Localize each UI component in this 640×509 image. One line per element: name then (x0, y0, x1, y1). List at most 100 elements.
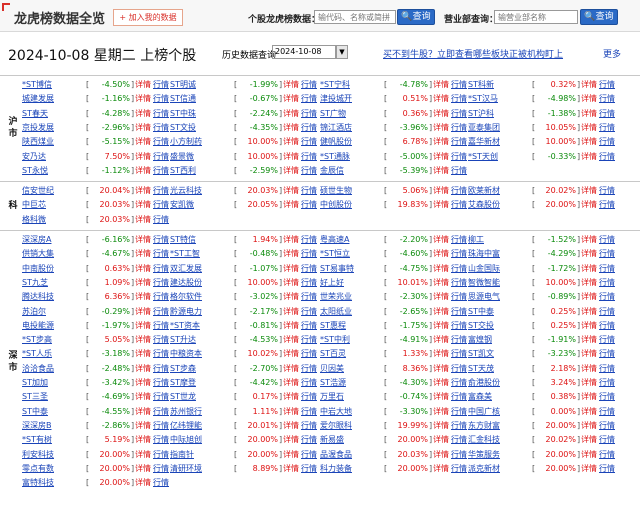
detail-link[interactable]: 详情 (433, 164, 449, 178)
stock-name-link[interactable]: 山金国际 (468, 262, 528, 276)
quote-link[interactable]: 行情 (153, 276, 169, 290)
quote-link[interactable]: 行情 (451, 319, 467, 333)
quote-link[interactable]: 行情 (301, 376, 317, 390)
quote-link[interactable]: 行情 (301, 319, 317, 333)
detail-link[interactable]: 详情 (135, 213, 151, 227)
quote-link[interactable]: 行情 (301, 107, 317, 121)
detail-link[interactable]: 详情 (135, 347, 151, 361)
quote-link[interactable]: 行情 (451, 150, 467, 164)
quote-link[interactable]: 行情 (451, 333, 467, 347)
stock-name-link[interactable]: ST明诚 (170, 78, 230, 92)
quote-link[interactable]: 行情 (451, 390, 467, 404)
quote-link[interactable]: 行情 (599, 305, 615, 319)
quote-link[interactable]: 行情 (599, 462, 615, 476)
quote-link[interactable]: 行情 (301, 184, 317, 198)
stock-name-link[interactable]: 华策服务 (468, 448, 528, 462)
quote-link[interactable]: 行情 (451, 164, 467, 178)
stock-name-link[interactable]: 双汇发展 (170, 262, 230, 276)
quote-link[interactable]: 行情 (451, 247, 467, 261)
stock-name-link[interactable]: 俞港股份 (468, 376, 528, 390)
stock-name-link[interactable]: ST升达 (170, 333, 230, 347)
quote-link[interactable]: 行情 (153, 198, 169, 212)
stock-name-link[interactable]: ST特信 (170, 233, 230, 247)
stock-name-link[interactable]: *ST工智 (170, 247, 230, 261)
stock-name-link[interactable]: *ST天创 (468, 150, 528, 164)
stock-name-link[interactable]: 艾森股份 (468, 198, 528, 212)
quote-link[interactable]: 行情 (599, 276, 615, 290)
stock-name-link[interactable]: 金辰信 (320, 164, 380, 178)
detail-link[interactable]: 详情 (283, 164, 299, 178)
detail-link[interactable]: 详情 (135, 184, 151, 198)
quote-link[interactable]: 行情 (451, 78, 467, 92)
detail-link[interactable]: 详情 (433, 333, 449, 347)
stock-name-link[interactable]: 粤高速A (320, 233, 380, 247)
stock-name-link[interactable]: 小方制药 (170, 135, 230, 149)
more-link[interactable]: 更多 (603, 47, 621, 60)
stock-name-link[interactable]: *ST通脉 (320, 150, 380, 164)
detail-link[interactable]: 详情 (581, 305, 597, 319)
stock-name-link[interactable]: *ST恒立 (320, 247, 380, 261)
detail-link[interactable]: 详情 (283, 198, 299, 212)
quote-link[interactable]: 行情 (153, 121, 169, 135)
quote-link[interactable]: 行情 (301, 121, 317, 135)
quote-link[interactable]: 行情 (153, 290, 169, 304)
detail-link[interactable]: 详情 (283, 305, 299, 319)
quote-link[interactable]: 行情 (153, 419, 169, 433)
quote-link[interactable]: 行情 (599, 107, 615, 121)
detail-link[interactable]: 详情 (581, 419, 597, 433)
stock-name-link[interactable]: ST九芝 (22, 276, 82, 290)
quote-link[interactable]: 行情 (599, 184, 615, 198)
detail-link[interactable]: 详情 (135, 319, 151, 333)
stock-name-link[interactable]: ST沪科 (468, 107, 528, 121)
stock-name-link[interactable]: 亿纬锂能 (170, 419, 230, 433)
quote-link[interactable]: 行情 (599, 121, 615, 135)
detail-link[interactable]: 详情 (135, 92, 151, 106)
detail-link[interactable]: 详情 (581, 376, 597, 390)
detail-link[interactable]: 详情 (433, 319, 449, 333)
detail-link[interactable]: 详情 (581, 78, 597, 92)
stock-name-link[interactable]: ST惠程 (320, 319, 380, 333)
quote-link[interactable]: 行情 (153, 247, 169, 261)
quote-link[interactable]: 行情 (301, 78, 317, 92)
quote-link[interactable]: 行情 (599, 362, 615, 376)
quote-link[interactable]: 行情 (301, 233, 317, 247)
quote-link[interactable]: 行情 (301, 405, 317, 419)
detail-link[interactable]: 详情 (433, 121, 449, 135)
stock-name-link[interactable]: 中南股份 (22, 262, 82, 276)
detail-link[interactable]: 详情 (581, 276, 597, 290)
detail-link[interactable]: 详情 (581, 184, 597, 198)
detail-link[interactable]: 详情 (433, 433, 449, 447)
date-input[interactable]: 2024-10-08 (272, 45, 336, 59)
quote-link[interactable]: 行情 (599, 150, 615, 164)
detail-link[interactable]: 详情 (135, 290, 151, 304)
quote-link[interactable]: 行情 (301, 347, 317, 361)
stock-name-link[interactable]: 苏州银行 (170, 405, 230, 419)
stock-name-link[interactable]: *ST资本 (170, 319, 230, 333)
detail-link[interactable]: 详情 (283, 319, 299, 333)
quote-link[interactable]: 行情 (451, 305, 467, 319)
detail-link[interactable]: 详情 (433, 462, 449, 476)
stock-name-link[interactable]: ST信通 (170, 92, 230, 106)
detail-link[interactable]: 详情 (283, 290, 299, 304)
detail-link[interactable]: 详情 (135, 390, 151, 404)
detail-link[interactable]: 详情 (135, 376, 151, 390)
quote-link[interactable]: 行情 (153, 233, 169, 247)
detail-link[interactable]: 详情 (433, 233, 449, 247)
stock-name-link[interactable]: ST春天 (22, 107, 82, 121)
detail-link[interactable]: 详情 (135, 150, 151, 164)
detail-link[interactable]: 详情 (135, 233, 151, 247)
stock-name-link[interactable]: 硕世生物 (320, 184, 380, 198)
quote-link[interactable]: 行情 (451, 290, 467, 304)
detail-link[interactable]: 详情 (135, 121, 151, 135)
detail-link[interactable]: 详情 (135, 419, 151, 433)
stock-name-link[interactable]: ST科新 (468, 78, 528, 92)
detail-link[interactable]: 详情 (433, 362, 449, 376)
quote-link[interactable]: 行情 (301, 305, 317, 319)
detail-link[interactable]: 详情 (581, 233, 597, 247)
quote-link[interactable]: 行情 (451, 121, 467, 135)
quote-link[interactable]: 行情 (599, 376, 615, 390)
stock-name-link[interactable]: ST世龙 (170, 390, 230, 404)
detail-link[interactable]: 详情 (135, 476, 151, 490)
stock-name-link[interactable]: ST西利 (170, 164, 230, 178)
stock-name-link[interactable]: 陕西煤业 (22, 135, 82, 149)
